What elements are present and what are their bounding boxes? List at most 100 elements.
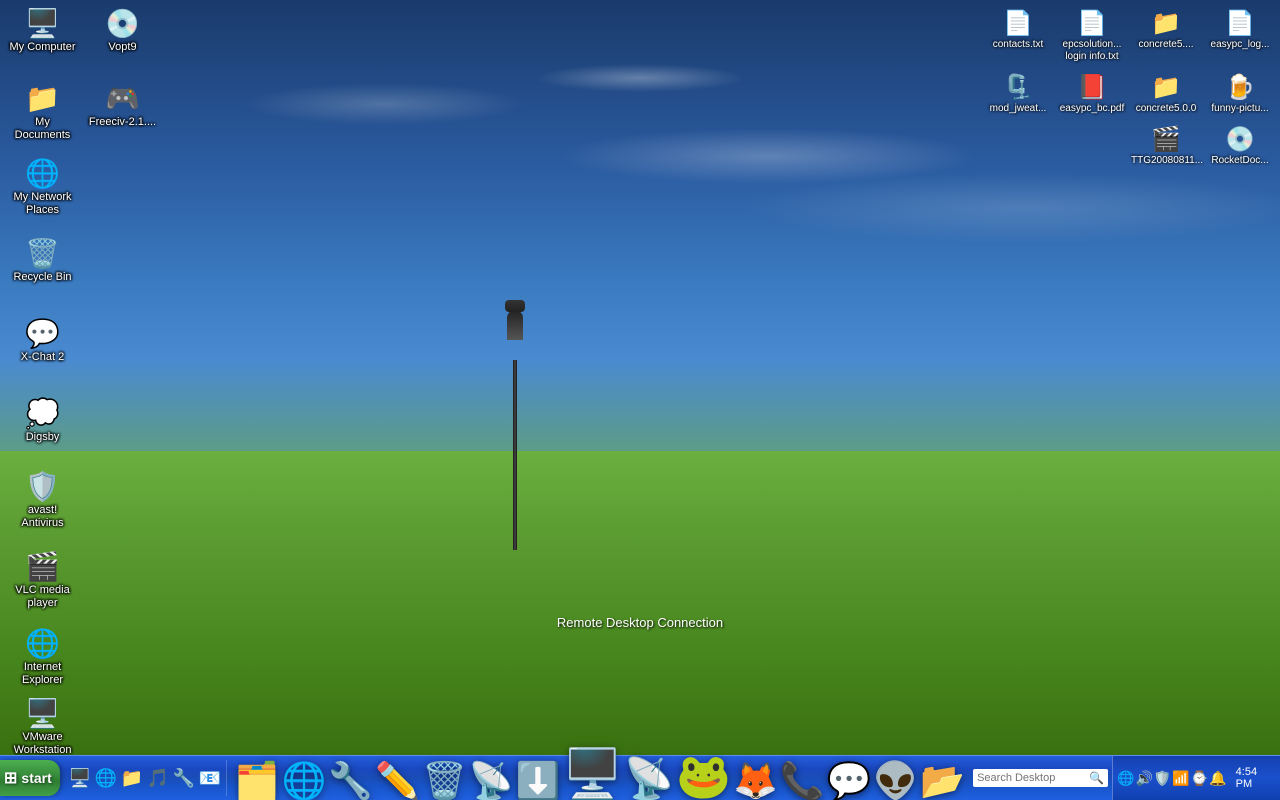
- dock-icon-tools[interactable]: 🔧: [328, 763, 373, 799]
- dock-icon-finder[interactable]: 🗂️: [235, 763, 280, 799]
- desktop-icon-contacts[interactable]: 📄 contacts.txt: [983, 5, 1053, 65]
- dock-icon-rss[interactable]: 📡: [469, 763, 514, 799]
- dock-icon-pencil[interactable]: ✏️: [375, 763, 420, 799]
- vopt9-icon: 💿: [107, 7, 139, 39]
- lamp-head: [505, 300, 525, 360]
- dock-trash-icon: 🗑️: [422, 763, 467, 799]
- desktop-icon-epcsolution[interactable]: 📄 epcsolution... login info.txt: [1057, 5, 1127, 65]
- ie-label: Internet Explorer: [7, 661, 78, 687]
- desktop-icon-my-documents[interactable]: 📁 My Documents: [5, 80, 80, 144]
- desktop-icon-easypc-bc[interactable]: 📕 easypc_bc.pdf: [1057, 69, 1127, 117]
- windows-logo-icon: ⊞: [4, 768, 17, 788]
- my-computer-icon: 🖥️: [27, 7, 59, 39]
- avast-icon: 🛡️: [27, 470, 59, 502]
- dock-icon-firefox[interactable]: 🦊: [733, 763, 778, 799]
- xchat2-icon: 💬: [27, 317, 59, 349]
- desktop-icon-vlc[interactable]: 🎬 VLC media player: [5, 548, 80, 612]
- systray-network-icon[interactable]: 🌐: [1117, 770, 1134, 787]
- dock-icons-container: 🗂️ 🌐 🔧 ✏️ 🗑️ 📡 ⬇️: [227, 751, 973, 799]
- vmware-label: VMware Workstation: [7, 731, 78, 757]
- desktop-icon-easypc-log[interactable]: 📄 easypc_log...: [1205, 5, 1275, 65]
- desktop-icon-xchat2[interactable]: 💬 X-Chat 2: [5, 315, 80, 366]
- rocketdoc-label: RocketDoc...: [1211, 155, 1268, 167]
- desktop-icon-concrete5-0[interactable]: 📁 concrete5.0.0: [1131, 69, 1201, 117]
- systray-volume-icon[interactable]: 🔊: [1135, 770, 1152, 787]
- easypc-bc-label: easypc_bc.pdf: [1060, 103, 1125, 115]
- desktop-icon-recycle-bin[interactable]: 🗑️ Recycle Bin: [5, 235, 80, 286]
- dock-alienware-icon: 👽: [873, 763, 918, 799]
- dock-icon-cnot[interactable]: 💬: [827, 763, 872, 799]
- concrete5-folder-icon: 📁: [1150, 7, 1182, 39]
- my-computer-label: My Computer: [9, 41, 75, 54]
- desktop-icon-network-places[interactable]: 🌐 My Network Places: [5, 155, 80, 219]
- ql-icon-ie[interactable]: 🌐: [94, 766, 118, 790]
- dock-pencil-icon: ✏️: [375, 763, 420, 799]
- mod-jweat-label: mod_jweat...: [990, 103, 1047, 115]
- desktop-icon-vopt9[interactable]: 💿 Vopt9: [85, 5, 160, 56]
- dock-icon-rdc[interactable]: 🖥️: [563, 751, 623, 799]
- dock-icon-utorrent[interactable]: ⬇️: [516, 763, 561, 799]
- dock-rdc-icon: 🖥️: [563, 751, 623, 799]
- dock-icon-skype[interactable]: 📞: [780, 763, 825, 799]
- easypc-log-icon: 📄: [1224, 7, 1256, 39]
- dock-icon-satellite[interactable]: 📡: [624, 759, 674, 799]
- xchat2-label: X-Chat 2: [21, 351, 64, 364]
- desktop-icon-ie[interactable]: 🌐 Internet Explorer: [5, 625, 80, 689]
- desktop-icon-vmware[interactable]: 🖥️ VMware Workstation: [5, 695, 80, 759]
- desktop-icon-rocketdoc[interactable]: 💿 RocketDoc...: [1205, 121, 1275, 169]
- easypc-bc-icon: 📕: [1076, 71, 1108, 103]
- dock-ie-icon: 🌐: [282, 763, 327, 799]
- rocketdoc-icon: 💿: [1224, 123, 1256, 155]
- lamp-post: [505, 300, 525, 550]
- ql-icon-media[interactable]: 🎵: [146, 766, 170, 790]
- ql-icon-mycomp[interactable]: 🖥️: [68, 766, 92, 790]
- desktop-icon-concrete5-folder[interactable]: 📁 concrete5....: [1131, 5, 1201, 65]
- easypc-log-label: easypc_log...: [1211, 39, 1270, 51]
- ql-icon-mail[interactable]: 📧: [198, 766, 222, 790]
- freeciv-icon: 🎮: [107, 82, 139, 114]
- vlc-icon: 🎬: [27, 550, 59, 582]
- funny-pic-icon: 🍺: [1224, 71, 1256, 103]
- desktop-icon-funny-pic[interactable]: 🍺 funny-pictu...: [1205, 69, 1275, 117]
- start-button[interactable]: ⊞ start: [0, 760, 60, 796]
- desktop-icon-my-computer[interactable]: 🖥️ My Computer: [5, 5, 80, 56]
- ttg-label: TTG20080811...: [1131, 155, 1201, 167]
- dock-icon-trash[interactable]: 🗑️: [422, 763, 467, 799]
- quicklaunch-area: 🖥️ 🌐 📁 🎵 🔧 📧: [64, 760, 227, 796]
- dock-icon-alienware[interactable]: 👽: [873, 763, 918, 799]
- desktop-icon-freeciv[interactable]: 🎮 Freeciv-2.1....: [85, 80, 160, 131]
- systray-wifi-icon[interactable]: 📶: [1172, 770, 1189, 787]
- dock-icon-ie[interactable]: 🌐: [282, 763, 327, 799]
- systray-bell-icon[interactable]: 🔔: [1209, 770, 1226, 787]
- systray-clock-icon[interactable]: ⌚: [1191, 770, 1208, 787]
- dock-icon-folder[interactable]: 📂: [920, 763, 965, 799]
- concrete5-0-icon: 📁: [1150, 71, 1182, 103]
- grass-layer: [0, 451, 1280, 755]
- concrete5-0-label: concrete5.0.0: [1136, 103, 1197, 115]
- dock-folder-icon: 📂: [920, 763, 965, 799]
- desktop-icon-mod-jweat[interactable]: 🗜️ mod_jweat...: [983, 69, 1053, 117]
- ql-icon-tools[interactable]: 🔧: [172, 766, 196, 790]
- avast-label: avast! Antivirus: [7, 504, 78, 530]
- desktop-icon-avast[interactable]: 🛡️ avast! Antivirus: [5, 468, 80, 532]
- epcsolution-icon: 📄: [1076, 7, 1108, 39]
- clock-area: 4:54 PM: [1228, 766, 1276, 790]
- search-input[interactable]: [977, 772, 1087, 784]
- desktop-icon-ttg[interactable]: 🎬 TTG20080811...: [1131, 121, 1201, 169]
- dock-area: 🗂️ 🌐 🔧 ✏️ 🗑️ 📡 ⬇️: [227, 756, 973, 800]
- dock-tools-icon: 🔧: [328, 763, 373, 799]
- recycle-bin-icon: 🗑️: [27, 237, 59, 269]
- systray-shield-icon[interactable]: 🛡️: [1154, 770, 1171, 787]
- network-places-label: My Network Places: [7, 191, 78, 217]
- search-box[interactable]: 🔍: [973, 769, 1108, 787]
- desktop: 🖥️ My Computer 💿 Vopt9 📁 My Documents 🎮 …: [0, 0, 1280, 800]
- ie-icon: 🌐: [27, 627, 59, 659]
- contacts-icon: 📄: [1002, 7, 1034, 39]
- ttg-icon: 🎬: [1150, 123, 1182, 155]
- network-places-icon: 🌐: [27, 157, 59, 189]
- dock-frogger-icon: 🐸: [676, 755, 731, 799]
- dock-icon-frogger[interactable]: 🐸: [676, 755, 731, 799]
- search-button[interactable]: 🔍: [1089, 771, 1104, 785]
- desktop-icon-digsby[interactable]: 💭 Digsby: [5, 395, 80, 446]
- ql-icon-folder[interactable]: 📁: [120, 766, 144, 790]
